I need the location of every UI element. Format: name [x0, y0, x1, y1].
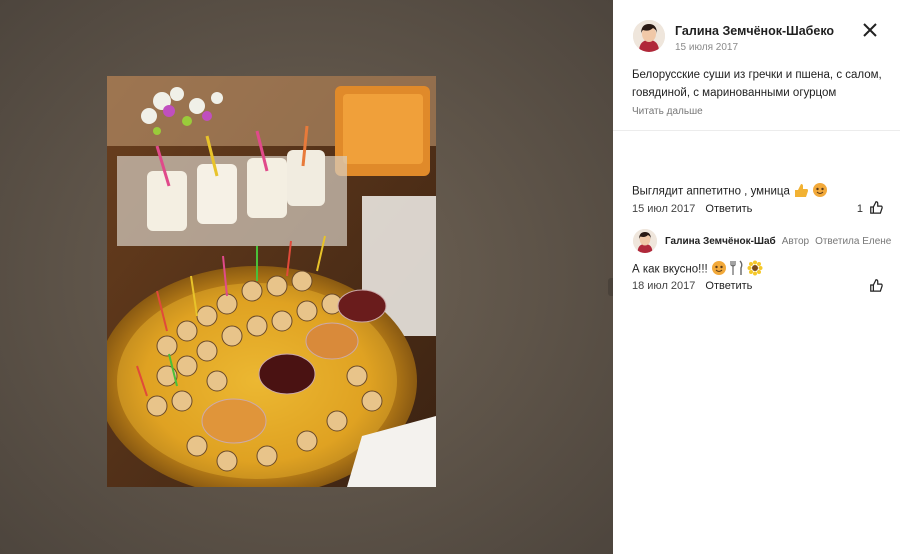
smiling-face-icon	[711, 260, 727, 279]
sunflower-icon	[747, 260, 763, 279]
reply-button[interactable]: Ответить	[705, 280, 752, 292]
reply-date: 18 июл 2017	[632, 280, 696, 292]
photo-image	[107, 76, 436, 487]
like-button[interactable]: 1	[857, 200, 883, 217]
reply-author-name[interactable]: Галина Земчёнок-Шаб	[665, 236, 776, 247]
reply-text: А как вкусно!!!	[632, 263, 708, 276]
author-badge: Автор	[781, 236, 810, 247]
smiling-face-icon	[812, 182, 828, 201]
reply-to-label: Ответила Елене	[815, 236, 892, 247]
reply-header: Галина Земчёнок-Шаб Автор Ответила Елене	[665, 236, 891, 247]
comment-text: Выглядит аппетитно , умница	[632, 185, 790, 198]
post-caption: Белорусские суши из гречки и пшена, с са…	[632, 69, 882, 99]
thumbs-up-outline-icon	[869, 200, 883, 217]
reply-button[interactable]: Ответить	[705, 203, 752, 215]
author-avatar[interactable]	[633, 20, 665, 52]
reply-meta: 18 июл 2017 Ответить	[632, 280, 752, 292]
like-button[interactable]	[869, 278, 883, 295]
post-photo[interactable]	[107, 76, 436, 487]
comment-item: Выглядит аппетитно , умница	[632, 182, 828, 201]
comment-meta: 15 июл 2017 Ответить	[632, 203, 752, 215]
divider	[613, 130, 900, 131]
read-more-link[interactable]: Читать дальше	[632, 106, 703, 117]
fork-knife-icon	[730, 260, 744, 279]
photo-viewer	[0, 0, 613, 554]
like-count: 1	[856, 202, 863, 215]
thumbs-up-icon	[793, 182, 809, 201]
reply-item: А как вкусно!!!	[632, 260, 763, 279]
comment-date: 15 июл 2017	[632, 203, 696, 215]
side-panel: Галина Земчёнок-Шабеко 15 июля 2017 Бело…	[613, 0, 900, 554]
post-date: 15 июля 2017	[675, 42, 739, 53]
reply-author-avatar[interactable]	[633, 229, 657, 253]
close-icon[interactable]	[862, 22, 878, 38]
post-author-name[interactable]: Галина Земчёнок-Шабеко	[675, 24, 834, 38]
thumbs-up-outline-icon	[869, 278, 883, 295]
